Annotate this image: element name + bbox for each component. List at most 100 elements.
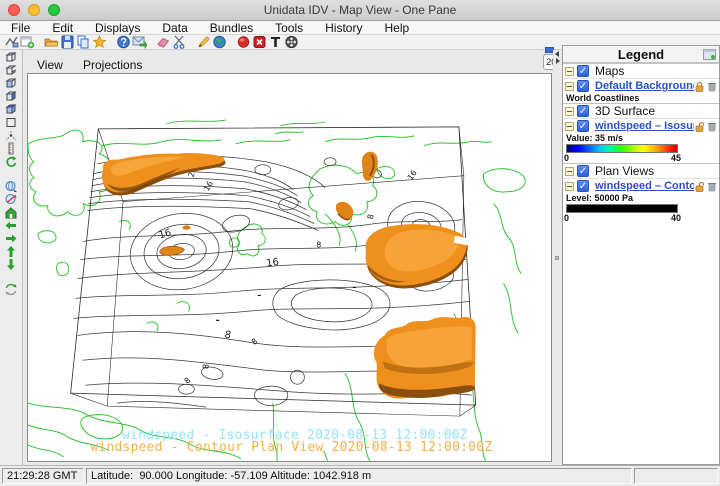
isosurface-blob-crescent xyxy=(362,152,378,181)
item-checkbox[interactable] xyxy=(577,80,589,92)
collapse-icon[interactable] xyxy=(565,67,574,76)
item-checkbox[interactable] xyxy=(577,120,589,132)
menu-help[interactable]: Help xyxy=(373,21,420,35)
legend-title: Legend xyxy=(618,47,664,62)
support-request-icon[interactable] xyxy=(132,35,147,49)
splitter-collapse-arrows[interactable] xyxy=(554,50,561,64)
coastlines xyxy=(28,120,525,461)
display-link[interactable]: windspeed – Isosurface xyxy=(595,120,694,132)
surface-checkbox[interactable] xyxy=(577,105,589,117)
save-icon[interactable] xyxy=(60,35,75,49)
menu-file[interactable]: File xyxy=(0,21,41,35)
vertical-scale-icon[interactable] xyxy=(2,142,20,155)
auto-rotate-icon[interactable] xyxy=(2,283,20,296)
menu-history[interactable]: History xyxy=(314,21,373,35)
plan-view-colorbar[interactable] xyxy=(566,204,678,213)
view-top-icon[interactable] xyxy=(2,51,20,64)
set-center-point-icon[interactable] xyxy=(2,129,20,142)
maps-checkbox[interactable] xyxy=(577,65,589,77)
section-label: 3D Surface xyxy=(595,104,655,118)
float-legend-icon[interactable] xyxy=(703,49,716,60)
rubber-band-zoom-icon[interactable] xyxy=(2,116,20,129)
cancel-icon[interactable] xyxy=(252,35,267,49)
help-icon[interactable] xyxy=(116,35,131,49)
display-link[interactable]: Default Background Maps xyxy=(595,80,694,92)
new-window-icon[interactable] xyxy=(20,35,35,49)
lock-icon[interactable] xyxy=(694,81,705,92)
isosurface-blob-dot xyxy=(183,225,191,229)
isosurface-colorbar[interactable] xyxy=(566,144,678,153)
menu-projections[interactable]: Projections xyxy=(83,58,142,72)
section-label: Maps xyxy=(595,64,624,78)
legend-item-default-background-maps: Default Background Maps xyxy=(563,78,719,93)
view-front-icon[interactable] xyxy=(2,103,20,116)
drag-rotate-icon[interactable] xyxy=(2,193,20,206)
menu-tools[interactable]: Tools xyxy=(264,21,314,35)
projections-globe-icon[interactable] xyxy=(212,35,227,49)
collapse-icon[interactable] xyxy=(565,167,574,176)
collapse-icon[interactable] xyxy=(565,182,574,191)
legend-section-maps: Maps xyxy=(563,63,719,78)
message-area xyxy=(634,468,718,484)
view-right-icon[interactable] xyxy=(2,90,20,103)
isosurface-blob-small xyxy=(160,246,185,255)
legend-splitter[interactable] xyxy=(553,50,562,465)
menu-bundles[interactable]: Bundles xyxy=(199,21,264,35)
capture-movie-icon[interactable] xyxy=(284,35,299,49)
menu-displays[interactable]: Displays xyxy=(84,21,151,35)
isosurface-blob-sliver xyxy=(336,202,353,221)
add-note-icon[interactable] xyxy=(268,35,283,49)
clock-readout: 21:29:28 GMT xyxy=(2,468,84,484)
view-bottom-icon[interactable] xyxy=(2,64,20,77)
drawing-pencil-icon[interactable] xyxy=(196,35,211,49)
menu-edit[interactable]: Edit xyxy=(41,21,84,35)
open-folder-icon[interactable] xyxy=(44,35,59,49)
trash-icon[interactable] xyxy=(707,81,717,92)
trash-icon[interactable] xyxy=(707,121,717,132)
collapse-icon[interactable] xyxy=(565,107,574,116)
item-checkbox[interactable] xyxy=(577,180,589,192)
svg-text:16: 16 xyxy=(158,228,173,242)
map-3d-display[interactable]: 24 16 16 16 16 16 8 8 8 8 8 8 xyxy=(27,73,552,462)
menu-bar: File Edit Displays Data Bundles Tools Hi… xyxy=(0,21,720,35)
unlock-icon[interactable] xyxy=(694,121,705,132)
colorbar-max: 45 xyxy=(671,153,681,163)
capture-image-icon[interactable] xyxy=(236,35,251,49)
legend-header: Legend xyxy=(563,46,719,63)
map-scene[interactable]: 24 16 16 16 16 16 8 8 8 8 8 8 xyxy=(28,74,551,461)
home-view-icon[interactable] xyxy=(2,206,20,219)
splitter-grip[interactable] xyxy=(555,256,559,260)
data-chooser-icon[interactable] xyxy=(4,35,19,49)
svg-text:8: 8 xyxy=(201,364,210,370)
isosurface-blob-right xyxy=(366,224,469,288)
pan-globe-icon[interactable] xyxy=(2,180,20,193)
pan-left-icon[interactable] xyxy=(2,219,20,232)
cut-icon[interactable] xyxy=(172,35,187,49)
svg-text:16: 16 xyxy=(266,257,280,270)
svg-text:8: 8 xyxy=(250,337,259,347)
view-left-icon[interactable] xyxy=(2,77,20,90)
menu-data[interactable]: Data xyxy=(151,21,198,35)
isosurface-blob-bottomright xyxy=(374,317,476,399)
map-view-panel: View Projections 2020-08-13 12:00:00Z xyxy=(23,50,553,465)
status-bar: 21:29:28 GMT Latitude: 90.000 Longitude:… xyxy=(0,465,720,486)
collapse-icon[interactable] xyxy=(565,82,574,91)
colorbar-min: 0 xyxy=(564,213,569,223)
pan-down-icon[interactable] xyxy=(2,258,20,271)
window-title: Unidata IDV - Map View - One Pane xyxy=(0,3,720,17)
pan-right-icon[interactable] xyxy=(2,232,20,245)
collapse-icon[interactable] xyxy=(565,122,574,131)
plan-views-checkbox[interactable] xyxy=(577,165,589,177)
menu-view[interactable]: View xyxy=(37,58,63,72)
lock-icon[interactable] xyxy=(694,181,705,192)
eraser-icon[interactable] xyxy=(156,35,171,49)
favorites-star-icon[interactable] xyxy=(92,35,107,49)
display-link[interactable]: windspeed – Contour Pl... xyxy=(595,180,694,192)
copy-icon[interactable] xyxy=(76,35,91,49)
main-content: View Projections 2020-08-13 12:00:00Z xyxy=(0,50,720,465)
svg-text:8: 8 xyxy=(224,329,232,341)
pan-up-icon[interactable] xyxy=(2,245,20,258)
trash-icon[interactable] xyxy=(707,181,717,192)
isosurface-value-label: Value: 35 m/s xyxy=(563,133,719,143)
reset-view-icon[interactable] xyxy=(2,155,20,168)
